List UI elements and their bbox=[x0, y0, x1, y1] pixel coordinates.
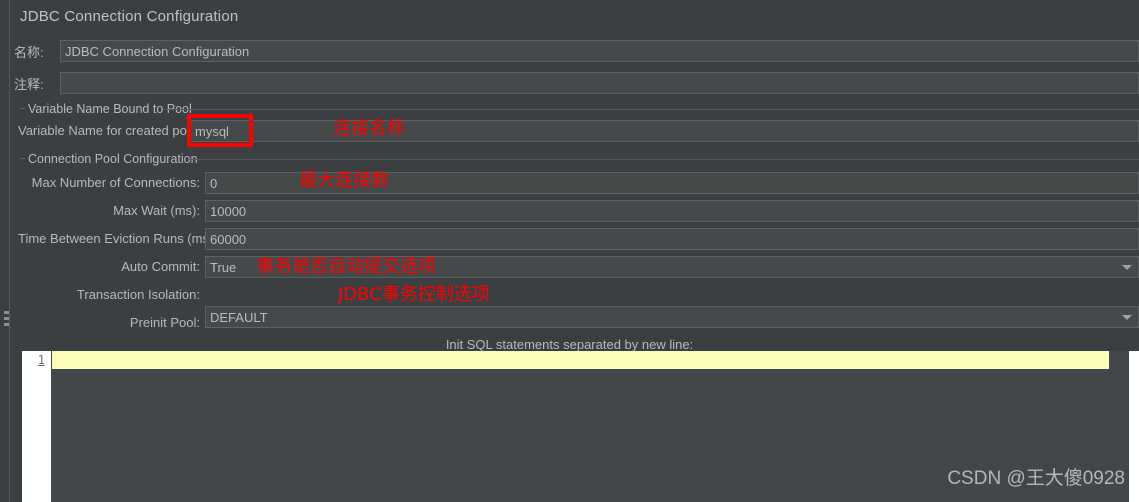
group-title-connection-pool-configuration: Connection Pool Configuration bbox=[20, 151, 198, 167]
transaction-isolation-dropdown[interactable]: DEFAULT bbox=[205, 306, 1139, 328]
transaction-isolation-label: Transaction Isolation: bbox=[76, 287, 200, 302]
preinit-pool-label: Preinit Pool: bbox=[129, 315, 200, 330]
editor-line-number-gutter: 1 bbox=[22, 351, 51, 502]
chevron-down-icon bbox=[1122, 315, 1132, 320]
max-wait-label: Max Wait (ms): bbox=[113, 203, 200, 218]
comment-input[interactable] bbox=[60, 72, 1139, 94]
variable-name-label: Variable Name for created pool bbox=[18, 123, 197, 138]
group-tick-icon bbox=[20, 107, 25, 109]
splitter-drag-handle-icon[interactable] bbox=[4, 311, 9, 333]
editor-vertical-scrollbar[interactable] bbox=[1129, 351, 1139, 502]
editor-current-line-highlight bbox=[52, 351, 1109, 369]
chevron-down-icon bbox=[1122, 265, 1132, 270]
watermark: CSDN @王大傻0928 bbox=[947, 468, 1125, 489]
annotation-auto-commit: 事务是否自动提交选项 bbox=[256, 256, 436, 277]
name-row: 名称: bbox=[14, 40, 60, 62]
annotation-transaction-isolation: JDBC事务控制选项 bbox=[338, 284, 490, 305]
annotation-connection-name: 连接名称 bbox=[333, 118, 405, 139]
time-between-eviction-runs-input[interactable]: 60000 bbox=[205, 228, 1139, 250]
comment-label: 注释: bbox=[14, 76, 44, 92]
auto-commit-label: Auto Commit: bbox=[121, 259, 200, 274]
transaction-isolation-value: DEFAULT bbox=[210, 309, 268, 325]
group-border-line bbox=[188, 159, 1139, 160]
time-between-eviction-runs-label: Time Between Eviction Runs (ms): bbox=[18, 231, 217, 246]
group-label: Connection Pool Configuration bbox=[28, 152, 198, 166]
jdbc-connection-configuration-panel: JDBC Connection Configuration 名称: JDBC C… bbox=[0, 0, 1139, 502]
annotation-highlight-box bbox=[187, 114, 253, 147]
init-sql-header: Init SQL statements separated by new lin… bbox=[445, 337, 694, 352]
name-input[interactable]: JDBC Connection Configuration bbox=[60, 40, 1139, 62]
max-connections-label: Max Number of Connections: bbox=[31, 175, 200, 190]
group-tick-icon bbox=[20, 157, 25, 159]
auto-commit-value: True bbox=[210, 259, 237, 275]
group-border-line bbox=[164, 109, 1139, 110]
panel-splitter[interactable] bbox=[9, 0, 10, 502]
name-label: 名称: bbox=[14, 44, 44, 60]
annotation-max-connections: 最大连接数 bbox=[299, 170, 389, 191]
comment-row: 注释: bbox=[14, 72, 60, 94]
page-title: JDBC Connection Configuration bbox=[20, 8, 239, 25]
max-wait-input[interactable]: 10000 bbox=[205, 200, 1139, 222]
line-number: 1 bbox=[37, 353, 45, 367]
